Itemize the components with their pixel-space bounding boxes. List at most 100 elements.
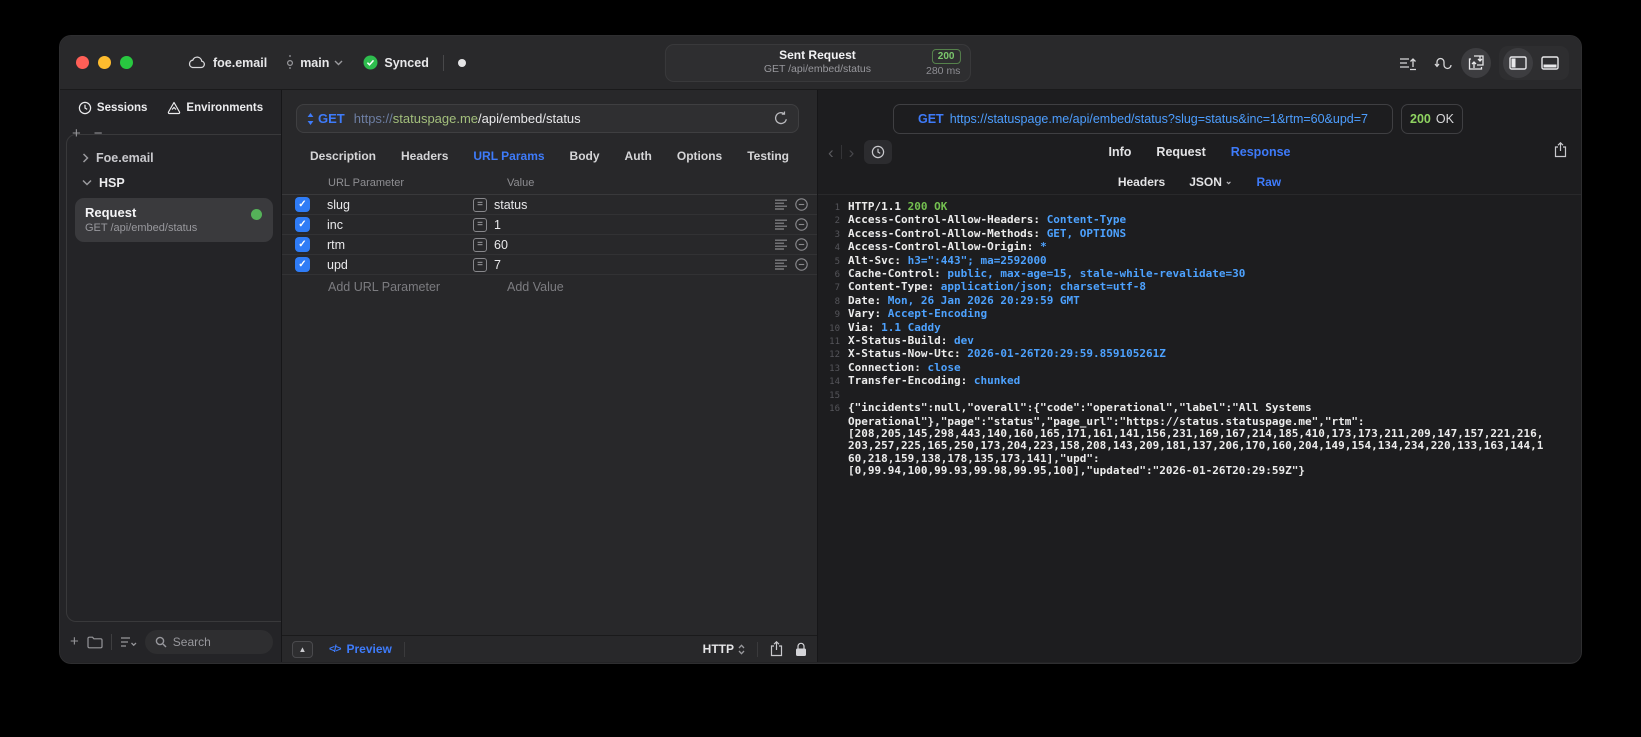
request-method[interactable]: GET — [318, 111, 345, 126]
tab-response[interactable]: Response — [1231, 145, 1291, 159]
param-name[interactable]: upd — [327, 258, 473, 272]
project-selector[interactable]: foe.email — [188, 56, 267, 70]
subtab-json[interactable]: JSON ⌄ — [1189, 175, 1232, 189]
param-checkbox[interactable]: ✓ — [295, 237, 310, 252]
branch-name: main — [300, 55, 330, 70]
import-request-button[interactable] — [1461, 48, 1491, 78]
close-window-button[interactable] — [76, 56, 89, 69]
tab-options[interactable]: Options — [677, 149, 722, 163]
line-text: Vary: Accept-Encoding — [848, 307, 988, 321]
tab-description[interactable]: Description — [310, 149, 376, 163]
code-line: 15 — [822, 389, 1573, 402]
tab-sessions-label: Sessions — [96, 102, 148, 114]
toggle-sidebar-button[interactable] — [1503, 48, 1533, 78]
add-value-placeholder[interactable]: Add Value — [507, 280, 564, 294]
param-name[interactable]: inc — [327, 218, 473, 232]
preview-button[interactable]: </> Preview — [329, 642, 392, 656]
subtab-headers[interactable]: Headers — [1118, 175, 1165, 189]
branch-selector[interactable]: main — [285, 54, 343, 71]
response-raw-view[interactable]: 1 HTTP/1.1 200 OK 2 Access-Control-Allow-He… — [818, 195, 1581, 662]
add-item-button[interactable]: + — [70, 634, 79, 649]
line-text: Access-Control-Allow-Headers: Content-Ty… — [848, 213, 1127, 227]
history-forward-button[interactable]: › — [849, 144, 855, 161]
param-name[interactable]: rtm — [327, 238, 473, 252]
param-value[interactable]: 7 — [494, 258, 775, 272]
request-url[interactable]: https://statuspage.me/api/embed/status — [354, 111, 581, 126]
remove-row-icon[interactable] — [795, 258, 808, 271]
sent-request-status-pill[interactable]: Sent Request GET /api/embed/status 200 2… — [664, 44, 971, 82]
line-text — [848, 389, 855, 402]
param-checkbox[interactable]: ✓ — [295, 217, 310, 232]
sent-request-url-box[interactable]: GET https://statuspage.me/api/embed/stat… — [893, 104, 1393, 134]
share-icon[interactable] — [770, 641, 783, 657]
remove-row-icon[interactable] — [795, 198, 808, 211]
tree-item-hsp[interactable]: HSP — [67, 170, 281, 195]
export-list-button[interactable] — [1393, 48, 1423, 78]
loop-arrows-button[interactable] — [1427, 48, 1457, 78]
tab-url-params[interactable]: URL Params — [473, 149, 544, 163]
row-menu-icon[interactable] — [775, 219, 788, 230]
row-menu-icon[interactable] — [775, 239, 788, 250]
param-row-rtm: ✓ rtm = 60 — [282, 235, 817, 255]
tab-body[interactable]: Body — [570, 149, 600, 163]
minimize-window-button[interactable] — [98, 56, 111, 69]
sent-method: GET — [917, 112, 944, 126]
subtab-raw[interactable]: Raw — [1256, 175, 1281, 189]
method-stepper-icon[interactable] — [307, 112, 314, 125]
tab-info[interactable]: Info — [1109, 145, 1132, 159]
response-status-box: 200 OK — [1401, 104, 1463, 134]
request-list-item-selected[interactable]: Request GET /api/embed/status — [75, 198, 273, 242]
response-pane: GET https://statuspage.me/api/embed/stat… — [818, 90, 1581, 662]
row-menu-icon[interactable] — [775, 259, 788, 270]
line-text: Via: 1.1 Caddy — [848, 320, 941, 334]
url-path: /api/embed/status — [478, 111, 581, 126]
search-input[interactable] — [172, 635, 263, 649]
new-folder-icon[interactable] — [87, 635, 103, 649]
url-scheme: https:// — [353, 111, 393, 126]
chevron-down-icon — [82, 179, 92, 186]
add-param-row[interactable]: Add URL Parameter Add Value — [282, 275, 817, 299]
tab-headers[interactable]: Headers — [401, 149, 448, 163]
tab-environments[interactable]: Environments — [167, 101, 263, 115]
param-value[interactable]: 60 — [494, 238, 775, 252]
history-button[interactable] — [864, 140, 893, 164]
line-number: 7 — [834, 283, 840, 294]
tab-auth[interactable]: Auth — [625, 149, 652, 163]
add-session-button[interactable]: + — [72, 126, 81, 141]
history-back-button[interactable]: ‹ — [828, 144, 834, 161]
footer-divider — [403, 641, 405, 657]
request-success-dot — [251, 209, 262, 220]
protocol-selector[interactable]: HTTP — [703, 642, 745, 656]
tab-testing[interactable]: Testing — [747, 149, 789, 163]
collapse-panel-button[interactable]: ▲ — [292, 640, 313, 658]
param-name[interactable]: slug — [327, 198, 473, 212]
tab-request[interactable]: Request — [1156, 145, 1205, 159]
request-duration: 280 ms — [926, 65, 961, 77]
sidebar-search[interactable] — [144, 630, 273, 654]
params-rows: ✓ slug = status ✓ inc = 1 ✓ rtm = 60 ✓ upd = 7 — [282, 195, 817, 275]
project-name: foe.email — [213, 55, 268, 70]
tab-sessions[interactable]: Sessions — [78, 101, 148, 115]
param-checkbox[interactable]: ✓ — [295, 197, 310, 212]
toggle-bottom-panel-button[interactable] — [1535, 48, 1565, 78]
line-number: 12 — [829, 350, 840, 361]
line-number: 11 — [829, 337, 840, 348]
remove-row-icon[interactable] — [795, 218, 808, 231]
share-response-icon[interactable] — [1554, 142, 1567, 158]
resend-request-icon[interactable] — [774, 111, 788, 126]
remove-row-icon[interactable] — [795, 238, 808, 251]
row-menu-icon[interactable] — [775, 199, 788, 210]
param-value[interactable]: 1 — [494, 218, 775, 232]
lock-icon[interactable] — [795, 642, 807, 657]
line-number: 16 — [829, 404, 840, 415]
line-text: Connection: close — [848, 360, 961, 374]
remove-session-button[interactable]: − — [94, 126, 103, 141]
sync-status[interactable]: Synced — [363, 55, 429, 70]
param-checkbox[interactable]: ✓ — [295, 257, 310, 272]
add-url-parameter-placeholder[interactable]: Add URL Parameter — [328, 280, 507, 294]
param-value[interactable]: status — [494, 198, 775, 212]
tree-item-foe-email[interactable]: Foe.email — [67, 145, 281, 170]
zoom-window-button[interactable] — [120, 56, 133, 69]
request-url-bar[interactable]: GET https://statuspage.me/api/embed/stat… — [296, 104, 799, 133]
sort-filter-icon[interactable] — [120, 636, 137, 648]
